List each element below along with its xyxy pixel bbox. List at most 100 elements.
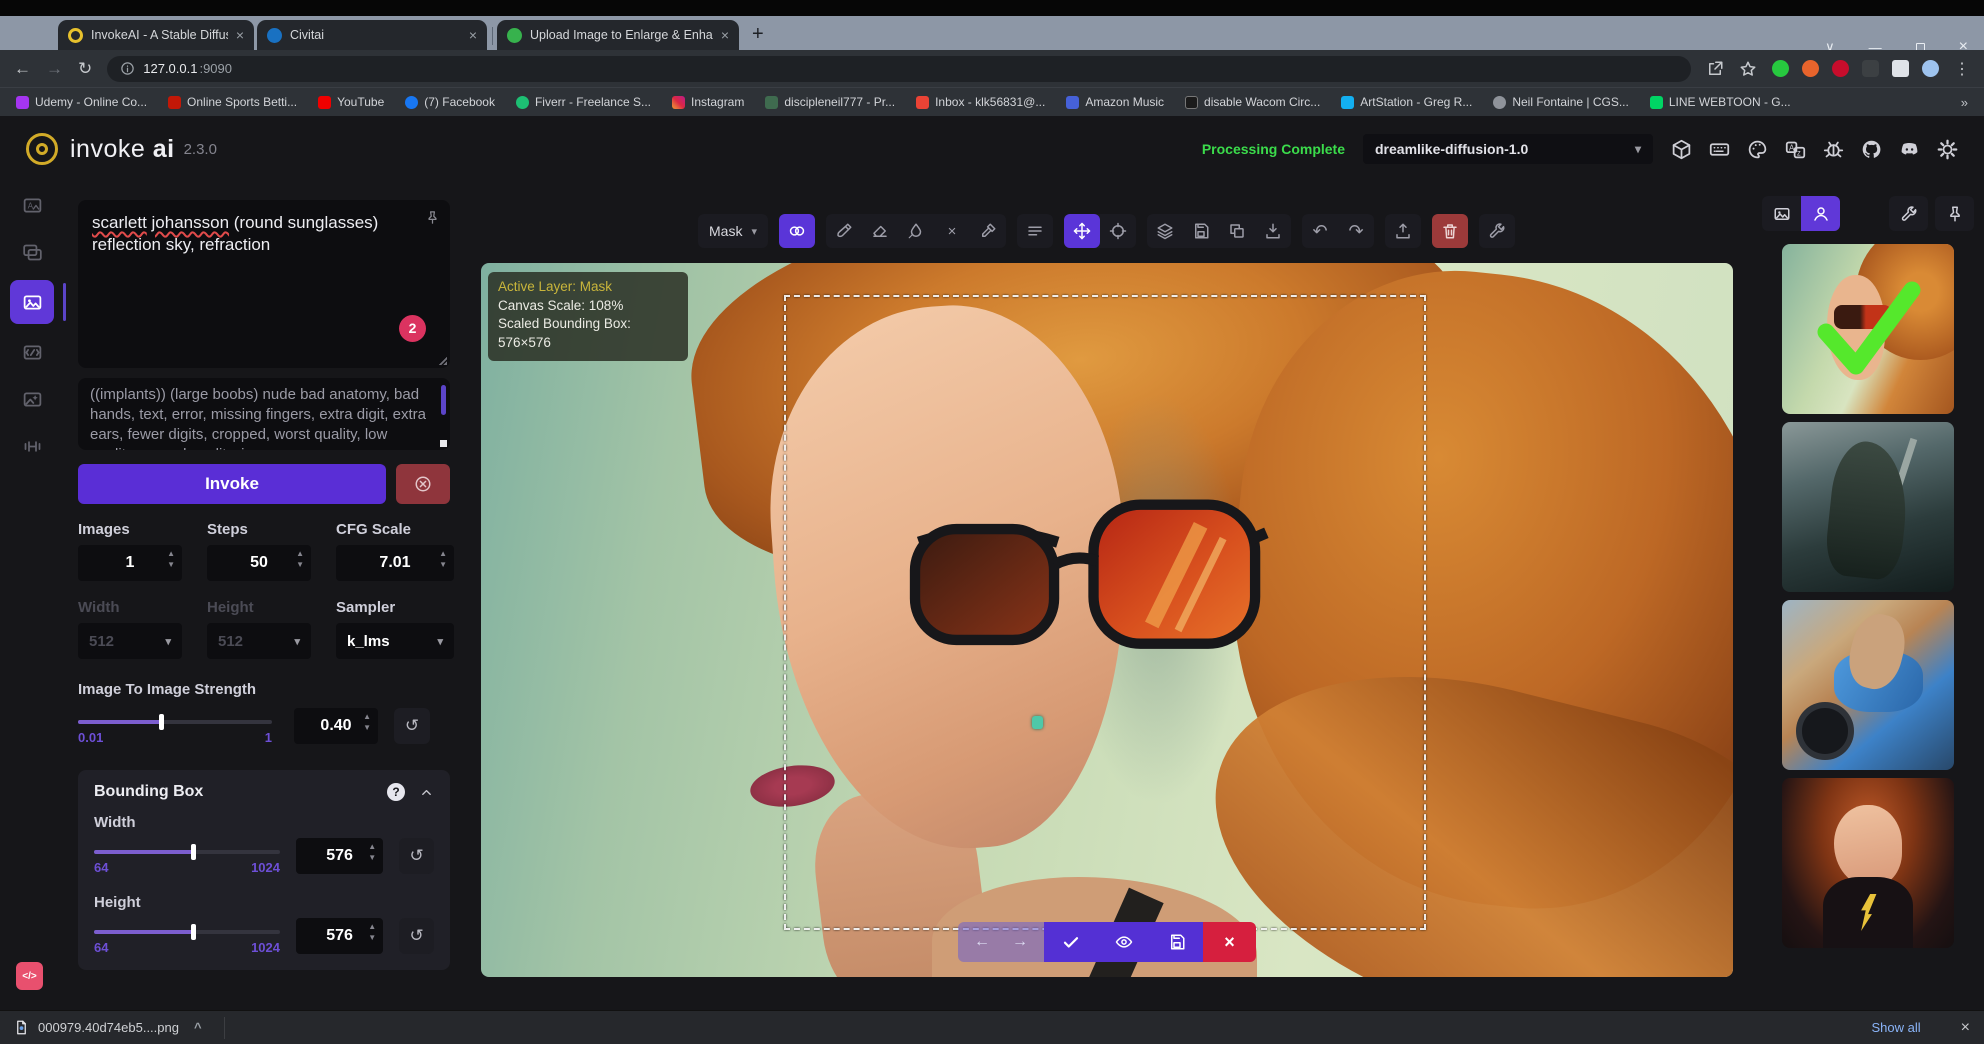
next-image-button[interactable]: →	[1012, 933, 1028, 951]
move-tool-button[interactable]	[1064, 214, 1100, 248]
gallery-pin-button[interactable]	[1935, 196, 1974, 231]
help-icon[interactable]: ?	[387, 783, 405, 801]
report-bug-icon[interactable]	[1823, 139, 1844, 160]
save-to-gallery-button[interactable]	[1183, 214, 1219, 248]
adblock-extension-icon[interactable]	[1832, 60, 1849, 77]
download-item[interactable]: 000979.40d74eb5....png ^	[14, 1020, 202, 1035]
bbox-height-input[interactable]: 576 ▲▼	[296, 918, 383, 954]
language-icon[interactable]	[1785, 139, 1806, 160]
close-downloads-bar-icon[interactable]: ×	[1961, 1019, 1970, 1037]
github-icon[interactable]	[1861, 139, 1882, 160]
color-picker-button[interactable]	[970, 214, 1006, 248]
gallery-thumbnail[interactable]	[1782, 778, 1954, 948]
model-select[interactable]: dreamlike-diffusion-1.0 ▾	[1363, 134, 1653, 164]
bookmark-item[interactable]: Online Sports Betti...	[168, 95, 297, 109]
upload-image-button[interactable]	[1385, 214, 1421, 248]
save-staged-image-button[interactable]	[1150, 922, 1203, 962]
invoke-button[interactable]: Invoke	[78, 464, 386, 504]
forward-button[interactable]: →	[46, 59, 63, 79]
stepper[interactable]: ▲▼	[296, 550, 304, 569]
gallery-settings-button[interactable]	[1889, 196, 1928, 231]
bookmark-item[interactable]: Udemy - Online Co...	[16, 95, 147, 109]
bookmark-item[interactable]: ArtStation - Greg R...	[1341, 95, 1472, 109]
clear-canvas-button[interactable]	[1432, 214, 1468, 248]
redo-button[interactable]: ↷	[1338, 214, 1374, 248]
tab-civitai[interactable]: Civitai ×	[257, 20, 487, 50]
sampler-select[interactable]: k_lms▾	[336, 623, 454, 659]
merge-visible-button[interactable]	[1147, 214, 1183, 248]
prompt-input[interactable]: scarlett johansson (round sunglasses) re…	[78, 200, 450, 368]
resize-handle-icon[interactable]	[440, 440, 447, 447]
images-input[interactable]: 1 ▲▼	[78, 545, 182, 581]
bbox-height-slider[interactable]: 64 1024	[94, 923, 280, 949]
tab-unified-canvas[interactable]	[10, 280, 54, 324]
canvas-image[interactable]: Active Layer: Mask Canvas Scale: 108% Sc…	[481, 263, 1733, 977]
reset-view-button[interactable]	[1100, 214, 1136, 248]
tab-invokeai[interactable]: InvokeAI - A Stable Diffusion Too ×	[58, 20, 254, 50]
stepper[interactable]: ▲▼	[368, 923, 376, 942]
height-select[interactable]: 512▾	[207, 623, 311, 659]
steps-input[interactable]: 50 ▲▼	[207, 545, 311, 581]
address-bar[interactable]: 127.0.0.1:9090	[107, 56, 1691, 82]
bookmark-item[interactable]: LINE WEBTOON - G...	[1650, 95, 1791, 109]
accept-image-button[interactable]	[1044, 922, 1097, 962]
gallery-results-tab[interactable]	[1801, 196, 1840, 231]
show-hide-original-button[interactable]	[1097, 922, 1150, 962]
console-toggle-button[interactable]: </>	[16, 962, 43, 990]
share-icon[interactable]	[1706, 60, 1724, 78]
volume-extension-icon[interactable]	[1802, 60, 1819, 77]
mask-options-button[interactable]	[779, 214, 815, 248]
bookmark-item[interactable]: discipleneil777 - Pr...	[765, 95, 895, 109]
browser-menu-icon[interactable]: ⋮	[1954, 59, 1970, 79]
strength-slider[interactable]: 0.01 1	[78, 713, 272, 739]
tab-close-icon[interactable]: ×	[721, 27, 729, 43]
stepper[interactable]: ▲▼	[363, 713, 371, 732]
copy-to-clipboard-button[interactable]	[1219, 214, 1255, 248]
scrollbar-thumb[interactable]	[441, 385, 446, 415]
gallery-thumbnail[interactable]	[1782, 600, 1954, 770]
bookmark-item[interactable]: disable Wacom Circ...	[1185, 95, 1320, 109]
bookmark-item[interactable]: Amazon Music	[1066, 95, 1164, 109]
bookmark-item[interactable]: (7) Facebook	[405, 95, 495, 109]
width-select[interactable]: 512▾	[78, 623, 182, 659]
download-menu-icon[interactable]: ^	[194, 1020, 202, 1035]
stepper[interactable]: ▲▼	[368, 843, 376, 862]
model-manager-icon[interactable]	[1671, 139, 1692, 160]
bbox-width-slider[interactable]: 64 1024	[94, 843, 280, 869]
tab-upscale[interactable]: Upload Image to Enlarge & Enha ×	[497, 20, 739, 50]
site-info-icon[interactable]	[120, 61, 135, 76]
gallery-thumbnail[interactable]	[1782, 422, 1954, 592]
bookmark-item[interactable]: Inbox - klk56831@...	[916, 95, 1045, 109]
slider-handle[interactable]	[191, 844, 196, 860]
strength-input[interactable]: 0.40 ▲▼	[294, 708, 378, 744]
slider-handle[interactable]	[159, 714, 164, 730]
bookmark-item[interactable]: Neil Fontaine | CGS...	[1493, 95, 1629, 109]
layer-select[interactable]: Mask ▾	[698, 214, 768, 248]
reset-bbox-width-button[interactable]: ↺	[399, 838, 434, 874]
bookmark-star-icon[interactable]	[1739, 60, 1757, 78]
extensions-puzzle-icon[interactable]	[1862, 60, 1879, 77]
stepper[interactable]: ▲▼	[439, 550, 447, 569]
pin-icon[interactable]	[425, 209, 440, 231]
notes-extension-icon[interactable]	[1892, 60, 1909, 77]
eraser-tool-button[interactable]	[862, 214, 898, 248]
resize-handle-icon[interactable]	[438, 356, 447, 365]
download-image-button[interactable]	[1255, 214, 1291, 248]
brush-options-button[interactable]	[1017, 214, 1053, 248]
tab-text-to-image[interactable]	[13, 186, 51, 224]
bounding-box-overlay[interactable]	[784, 295, 1426, 930]
tab-post-processing[interactable]	[13, 380, 51, 418]
profile-avatar[interactable]	[1922, 60, 1939, 77]
erase-bounding-box-button[interactable]: ×	[934, 214, 970, 248]
theme-palette-icon[interactable]	[1747, 139, 1768, 160]
show-all-downloads-link[interactable]: Show all	[1872, 1020, 1921, 1035]
reload-button[interactable]: ↻	[78, 59, 92, 79]
tab-nodes[interactable]	[13, 333, 51, 371]
stepper[interactable]: ▲▼	[167, 550, 175, 569]
bookmarks-overflow-icon[interactable]: »	[1961, 95, 1968, 110]
tab-training[interactable]	[13, 427, 51, 465]
bbox-width-input[interactable]: 576 ▲▼	[296, 838, 383, 874]
new-tab-button[interactable]: +	[752, 23, 764, 46]
brush-tool-button[interactable]	[826, 214, 862, 248]
bookmark-item[interactable]: Fiverr - Freelance S...	[516, 95, 651, 109]
